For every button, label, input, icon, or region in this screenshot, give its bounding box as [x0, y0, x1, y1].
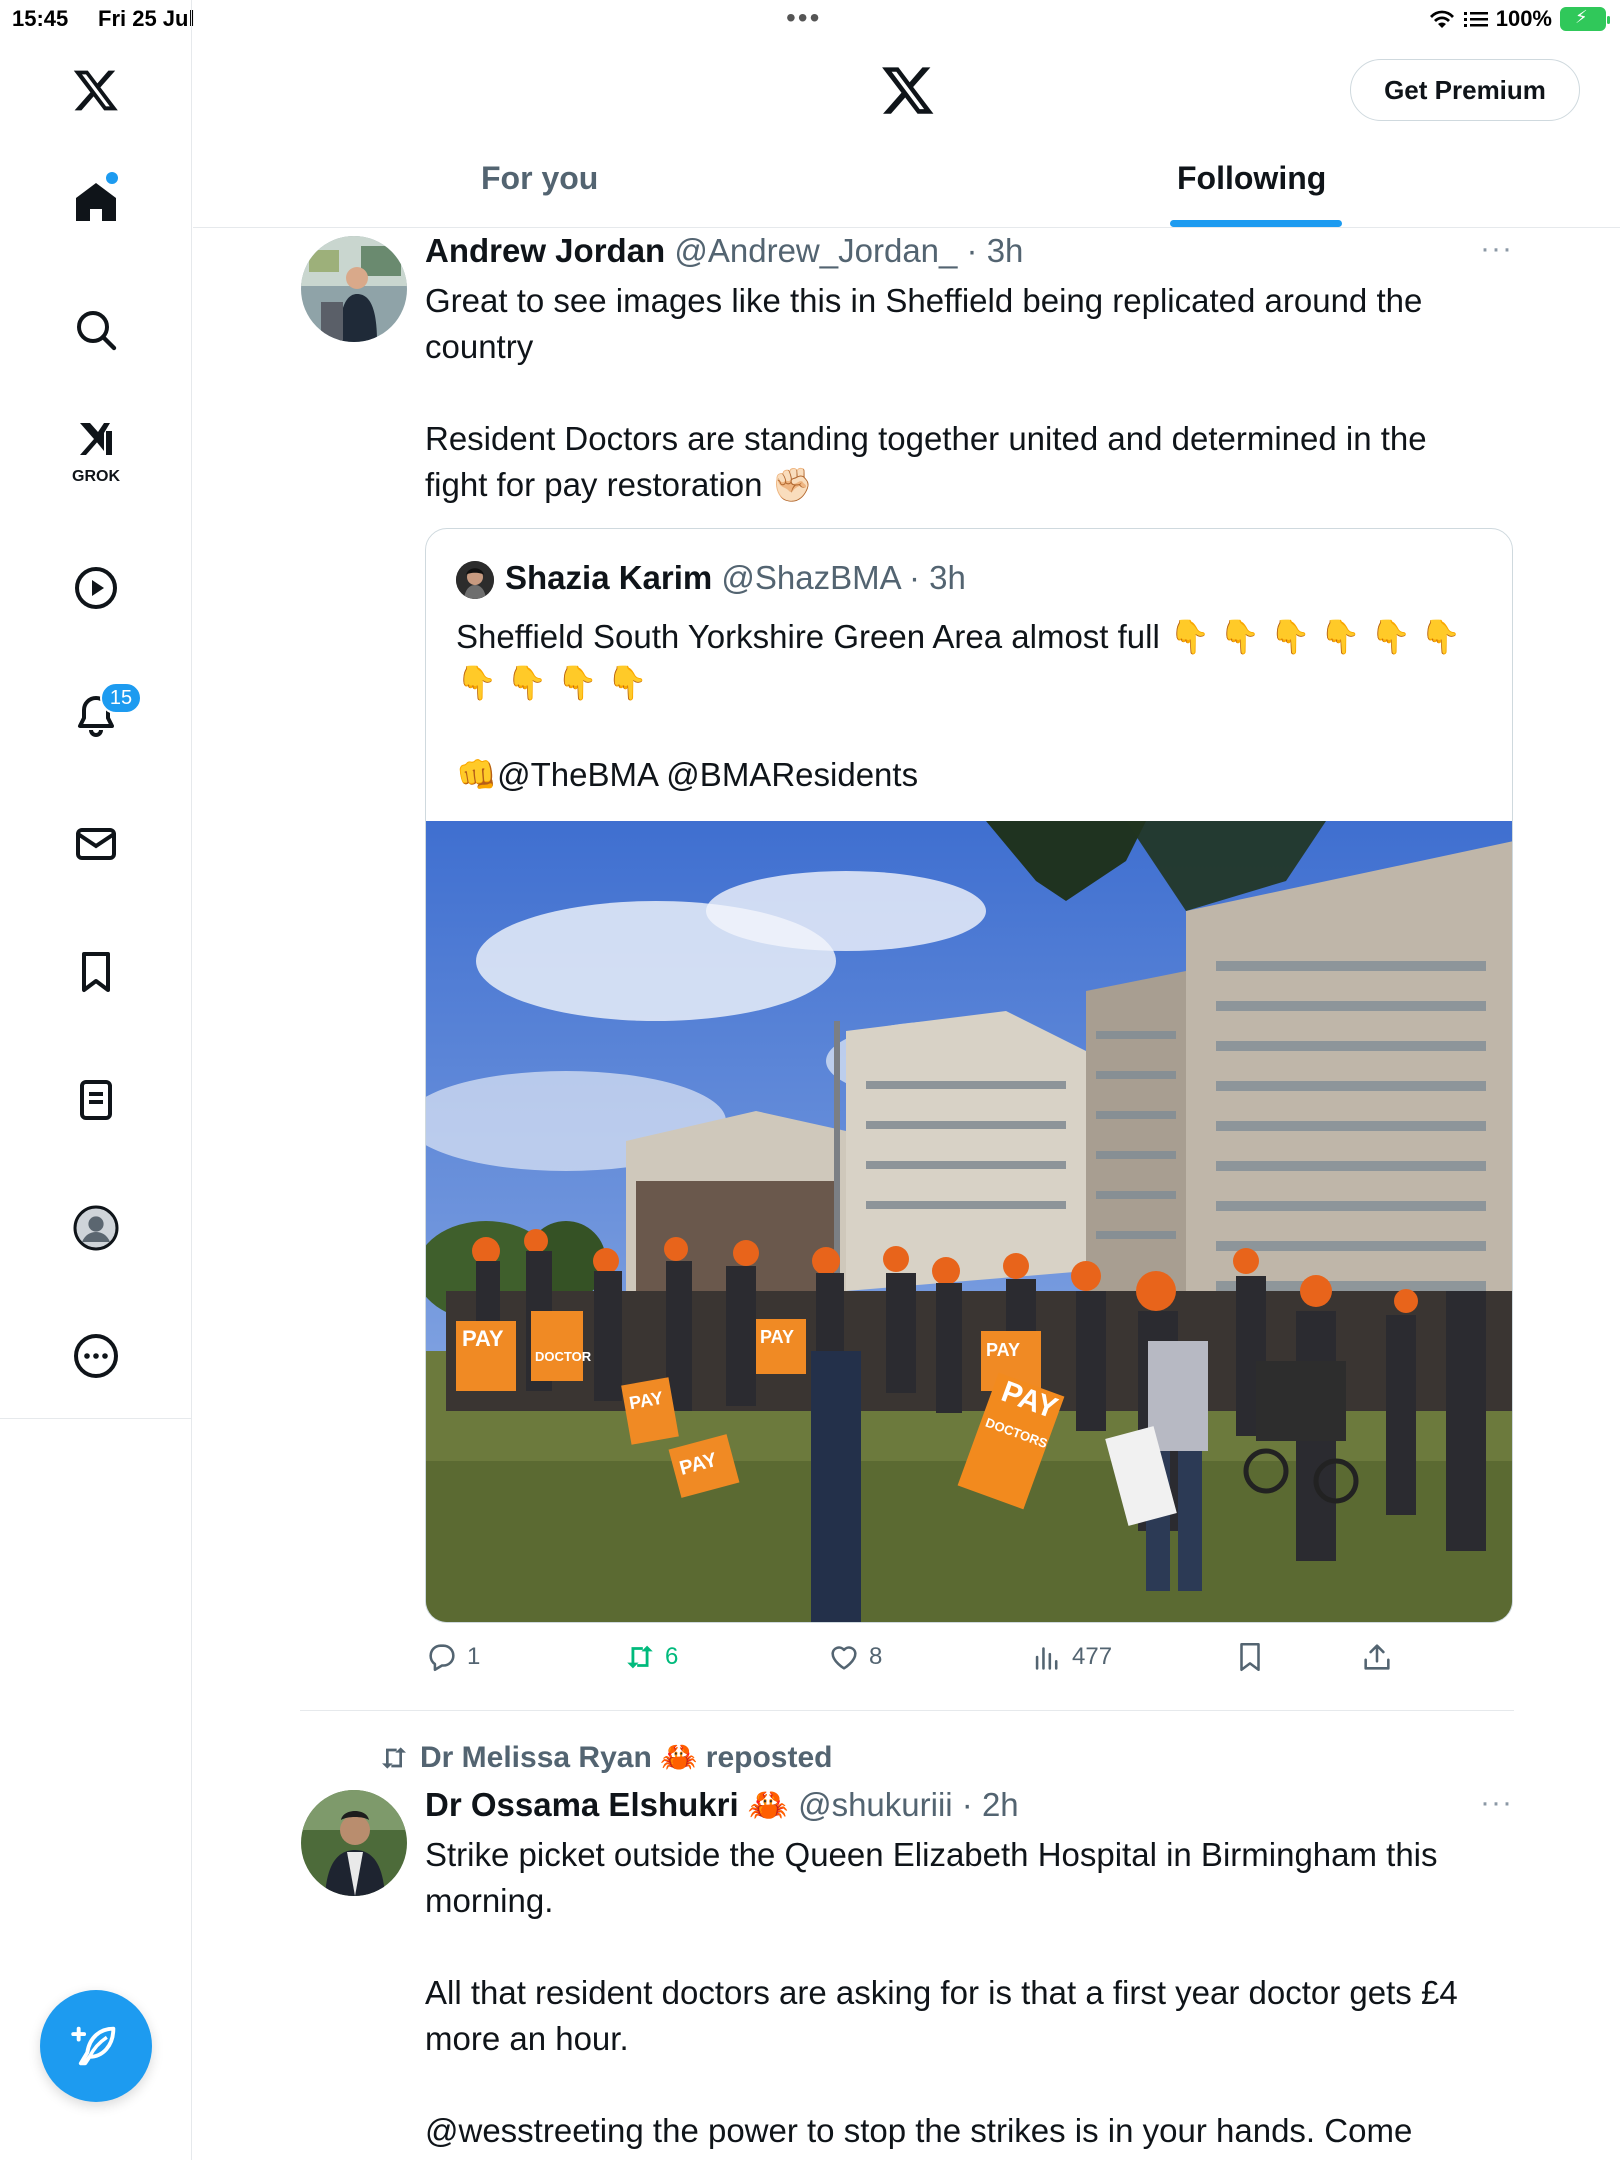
tab-following[interactable]: Following	[1177, 160, 1326, 197]
nav-messages[interactable]	[56, 804, 136, 884]
reply-icon	[429, 1644, 455, 1672]
nav-more[interactable]	[56, 1316, 136, 1396]
multitasking-dots-icon[interactable]: •••	[786, 2, 821, 34]
reposted-by[interactable]: Dr Melissa Ryan 🦀 reposted	[420, 1740, 833, 1775]
x-logo-nav[interactable]	[56, 50, 136, 130]
repost-icon	[627, 1645, 653, 1669]
reply-count: 1	[467, 1643, 481, 1670]
quoted-author-avatar	[456, 561, 494, 599]
nav-profile[interactable]	[56, 1188, 136, 1268]
bookmark-button[interactable]	[1233, 1640, 1267, 1674]
battery-icon: ⚡	[1560, 7, 1610, 31]
repost-icon	[382, 1746, 406, 1769]
view-count: 477	[1072, 1643, 1113, 1670]
meta-separator: ·	[952, 1786, 982, 1823]
nav-bookmarks[interactable]	[56, 932, 136, 1012]
rail-divider	[0, 1418, 192, 1419]
tweet-action-bar: 1 6 8 477	[425, 1640, 1525, 1690]
author-handle[interactable]: @shukuriii	[798, 1786, 953, 1823]
tweet-header: Dr Ossama Elshukri 🦀 @shukuriii · 2h	[425, 1786, 1019, 1825]
mail-icon	[76, 828, 116, 860]
views-button[interactable]: 477	[1030, 1640, 1112, 1674]
tweet-header: Andrew Jordan @Andrew_Jordan_ · 3h	[425, 232, 1023, 270]
home-unread-dot	[106, 172, 118, 184]
quoted-author-name: Shazia Karim	[505, 559, 713, 596]
quoted-tweet-text: Sheffield South Yorkshire Green Area alm…	[456, 618, 1462, 793]
wifi-icon	[1429, 10, 1454, 29]
repost-button[interactable]: 6	[623, 1640, 678, 1674]
tab-for-you[interactable]: For you	[481, 160, 598, 197]
tweet-divider	[300, 1710, 1514, 1711]
reply-button[interactable]: 1	[425, 1640, 480, 1674]
tweet-text: Strike picket outside the Queen Elizabet…	[425, 1836, 1458, 2149]
author-name[interactable]: Andrew Jordan	[425, 232, 665, 269]
grok-label: GROK	[72, 468, 120, 485]
share-button[interactable]	[1360, 1640, 1394, 1674]
home-icon	[76, 183, 116, 221]
play-icon	[75, 567, 117, 609]
heart-icon	[831, 1646, 857, 1670]
status-bar: 15:45 Fri 25 Jul ••• 100% ⚡	[0, 0, 1620, 40]
repost-count: 6	[665, 1643, 679, 1670]
quoted-author-handle: @ShazBMA	[721, 559, 900, 596]
get-premium-button[interactable]: Get Premium	[1350, 59, 1580, 121]
photo-sign-text: DOCTOR	[535, 1349, 592, 1364]
author-avatar[interactable]	[301, 236, 407, 342]
battery-percent: 100%	[1495, 6, 1552, 31]
views-chart-icon	[1035, 1647, 1058, 1670]
tweet-time[interactable]: 2h	[982, 1786, 1019, 1823]
like-count: 8	[869, 1643, 883, 1670]
author-handle[interactable]: @Andrew_Jordan_	[674, 232, 957, 269]
compose-post-button[interactable]	[40, 1990, 152, 2102]
nav-explore[interactable]	[56, 290, 136, 370]
nav-lists[interactable]	[56, 1060, 136, 1140]
x-logo-icon	[73, 70, 118, 111]
profile-avatar-icon	[73, 1205, 119, 1251]
quoted-header: Shazia Karim @ShazBMA · 3h	[505, 559, 966, 597]
tweet-more-options-icon[interactable]: ···	[1480, 232, 1513, 266]
meta-separator: ·	[899, 559, 930, 596]
list-icon	[1463, 12, 1488, 27]
tweet-text: Great to see images like this in Sheffie…	[425, 282, 1427, 503]
tweet-more-options-icon[interactable]: ···	[1480, 1786, 1513, 1820]
author-name[interactable]: Dr Ossama Elshukri 🦀	[425, 1786, 789, 1823]
nav-grok[interactable]: GROK	[56, 410, 136, 490]
quoted-tweet-photo[interactable]: PAY DOCTOR PAY PAY PAY PAY PAY DOCTORS	[426, 821, 1513, 1623]
more-circle-icon	[74, 1334, 118, 1378]
nav-notifications[interactable]: 15	[56, 676, 142, 756]
quoted-tweet[interactable]: Shazia Karim @ShazBMA · 3h Sheffield Sou…	[425, 528, 1513, 1623]
grok-icon	[80, 423, 112, 455]
author-avatar[interactable]	[301, 1790, 407, 1896]
tweet-time[interactable]: 3h	[987, 232, 1024, 269]
compose-feather-icon	[71, 2026, 116, 2066]
left-nav-rail: GROK 15	[0, 0, 192, 2160]
like-button[interactable]: 8	[827, 1640, 882, 1674]
meta-separator: ·	[957, 232, 987, 269]
x-logo-icon[interactable]	[880, 62, 936, 118]
list-document-icon	[80, 1080, 112, 1120]
nav-home[interactable]	[56, 162, 136, 242]
search-icon	[77, 311, 117, 351]
photo-sign-text: PAY	[462, 1326, 504, 1351]
status-right: 100% ⚡	[1428, 6, 1610, 32]
timeline-tabs: For you Following	[193, 150, 1620, 228]
bookmark-icon	[1240, 1642, 1260, 1672]
notification-badge: 15	[100, 682, 142, 714]
nav-videos[interactable]	[56, 548, 136, 628]
repost-context: Dr Melissa Ryan 🦀 reposted	[378, 1740, 833, 1775]
photo-sign-text: PAY	[986, 1340, 1020, 1360]
share-icon	[1364, 1644, 1390, 1670]
quoted-tweet-time: 3h	[929, 559, 966, 596]
active-tab-indicator	[1170, 220, 1342, 227]
bookmark-icon	[82, 952, 110, 992]
photo-sign-text: PAY	[760, 1327, 794, 1347]
